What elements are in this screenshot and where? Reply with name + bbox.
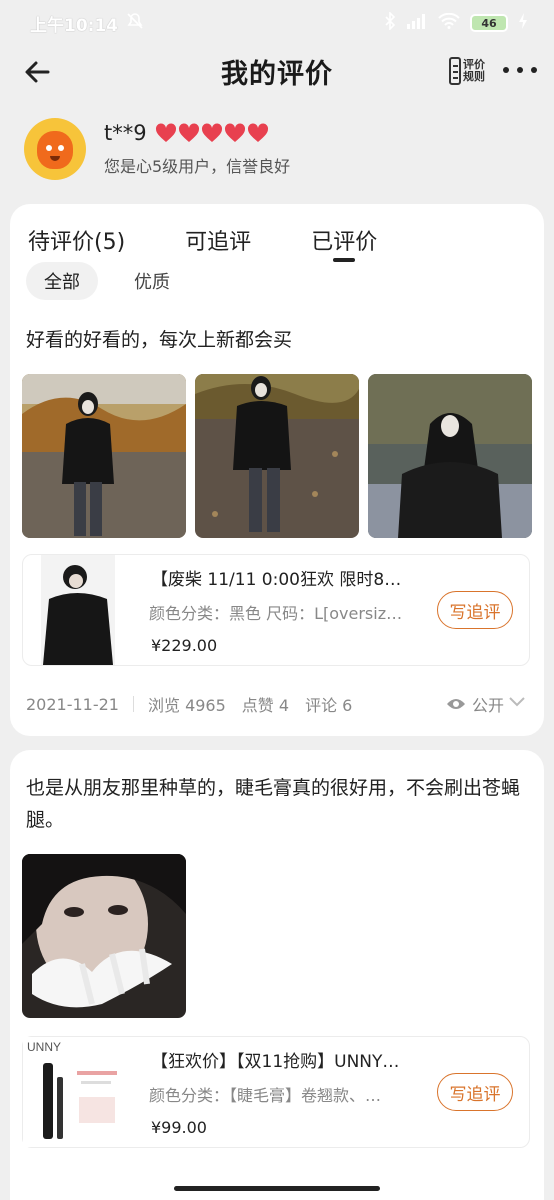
product-title: 【狂欢价】【双11抢购】UNNY…	[151, 1052, 400, 1072]
filter-quality[interactable]: 优质	[116, 262, 188, 300]
heart-icon	[224, 123, 245, 142]
avatar[interactable]	[24, 118, 86, 180]
status-time: 上午10:14	[30, 15, 119, 36]
like-count[interactable]: 点赞 4	[242, 692, 289, 716]
arrow-left-icon	[25, 61, 50, 83]
user-name-row: t**9	[104, 121, 290, 145]
dot	[503, 67, 509, 73]
product-thumbnail	[41, 555, 115, 665]
back-button[interactable]	[22, 56, 58, 88]
write-follow-up-button[interactable]: 写追评	[437, 1073, 513, 1111]
tab-pending[interactable]: 待评价(5)	[28, 224, 125, 264]
user-summary: t**9 您是心5级用户，信誉良好	[24, 118, 290, 180]
eye-icon	[447, 699, 465, 709]
home-indicator[interactable]	[174, 1186, 380, 1191]
product-card[interactable]: 【废柴 11/11 0:00狂欢 限时8… 颜色分类：黑色 尺码：L[overs…	[22, 554, 530, 666]
divider	[132, 696, 134, 712]
tab-reviewed[interactable]: 已评价	[311, 224, 377, 264]
user-level-text: 您是心5级用户，信誉良好	[104, 157, 291, 176]
visibility-toggle[interactable]: 公开	[446, 692, 504, 716]
tab-follow-up[interactable]: 可追评	[185, 224, 251, 264]
brand-logo: UNNY	[27, 1040, 61, 1054]
review-date: 2021-11-21	[26, 694, 119, 714]
visibility-label: 公开	[472, 696, 505, 715]
heart-icon	[247, 123, 268, 142]
dot	[517, 67, 523, 73]
product-thumbnail: UNNY	[23, 1037, 133, 1147]
review-photo[interactable]	[22, 374, 186, 538]
review-photos	[22, 854, 186, 1018]
write-follow-up-button[interactable]: 写追评	[437, 591, 513, 629]
bluetooth-icon	[384, 10, 396, 35]
chevron-down-icon[interactable]	[508, 694, 526, 708]
header: 我的评价 评价规则	[0, 46, 554, 96]
review-tabs: 待评价(5) 可追评 已评价	[28, 224, 437, 264]
review-photo[interactable]	[22, 854, 186, 1018]
product-price: ¥229.00	[151, 636, 218, 655]
product-price: ¥99.00	[151, 1118, 207, 1137]
heart-icon	[178, 123, 199, 142]
signal-icon	[406, 13, 428, 34]
review-card-2: 也是从朋友那里种草的，睫毛膏真的很好用，不会刷出苍蝇腿。 UNNY 【狂欢价】【…	[10, 750, 544, 1200]
user-info: t**9 您是心5级用户，信誉良好	[104, 121, 290, 177]
status-right: 46	[384, 10, 528, 35]
avatar-eye	[46, 145, 52, 151]
review-rules-button[interactable]: 评价规则	[449, 54, 491, 88]
reviews-panel: 待评价(5) 可追评 已评价 全部 优质 好看的好看的，每次上新都会买 【废柴 …	[10, 204, 544, 736]
dot	[531, 67, 537, 73]
avatar-face	[37, 131, 73, 169]
user-name: t**9	[104, 121, 147, 145]
document-icon	[449, 57, 461, 85]
review-meta: 2021-11-21 浏览 4965 点赞 4 评论 6 公开	[26, 692, 530, 716]
product-card[interactable]: UNNY 【狂欢价】【双11抢购】UNNY… 颜色分类：【睫毛膏】卷翘款、… ¥…	[22, 1036, 530, 1148]
product-spec: 颜色分类：【睫毛膏】卷翘款、…	[149, 1086, 382, 1105]
product-title: 【废柴 11/11 0:00狂欢 限时8…	[151, 570, 402, 590]
status-bar: 上午10:14 46	[0, 0, 554, 46]
wifi-icon	[438, 12, 460, 34]
credit-hearts	[155, 123, 269, 143]
heart-icon	[155, 123, 176, 142]
more-button[interactable]	[503, 60, 537, 80]
filter-all[interactable]: 全部	[26, 262, 98, 300]
mute-icon	[126, 12, 144, 35]
product-spec: 颜色分类：黑色 尺码：L[oversiz…	[149, 604, 403, 623]
review-rules-label: 评价规则	[463, 58, 485, 83]
review-photo[interactable]	[368, 374, 532, 538]
comment-count[interactable]: 评论 6	[305, 692, 352, 716]
heart-icon	[201, 123, 222, 142]
charging-icon	[518, 12, 528, 34]
review-photos	[22, 374, 532, 538]
review-text: 好看的好看的，每次上新都会买	[26, 329, 293, 351]
review-photo[interactable]	[195, 374, 359, 538]
filter-chips: 全部 优质	[26, 262, 188, 300]
battery-icon: 46	[470, 14, 508, 32]
avatar-eye	[58, 145, 64, 151]
page-title: 我的评价	[221, 58, 333, 90]
view-count: 浏览 4965	[147, 696, 226, 715]
review-text: 也是从朋友那里种草的，睫毛膏真的很好用，不会刷出苍蝇腿。	[26, 777, 521, 831]
status-left: 上午10:14	[30, 11, 144, 36]
